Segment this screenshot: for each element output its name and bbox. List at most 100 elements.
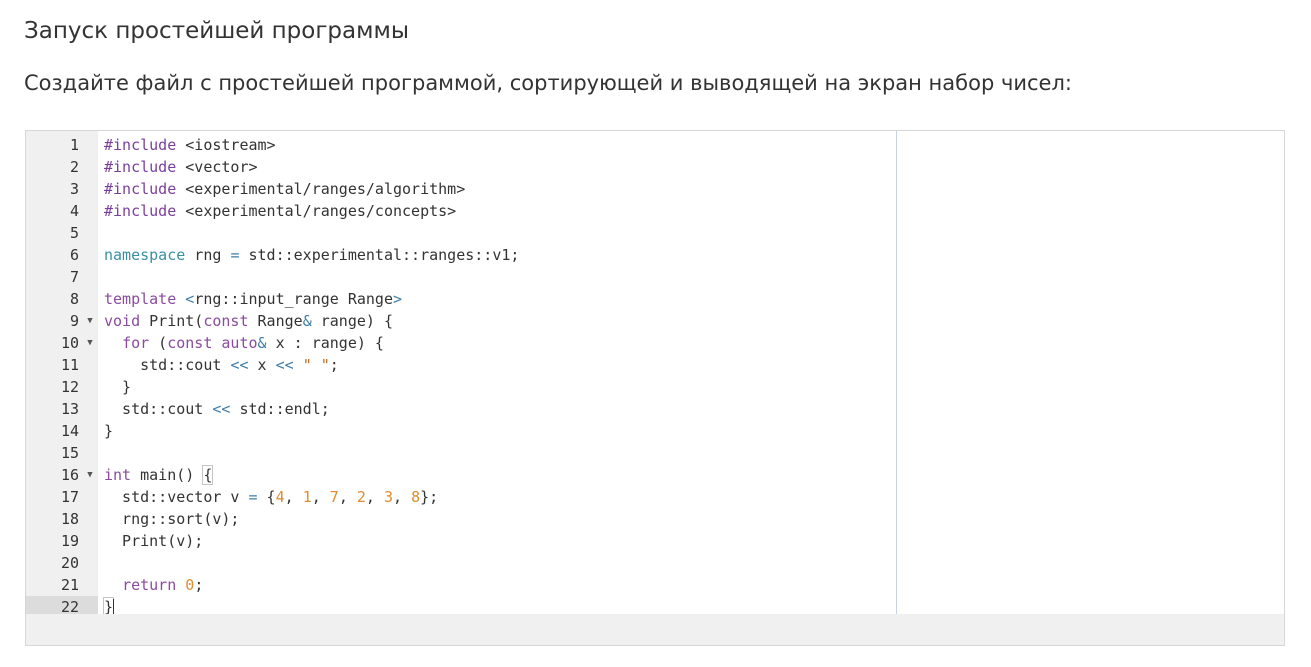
fold-toggle-icon[interactable]: ▼ — [84, 310, 96, 332]
code-text: } — [104, 376, 131, 398]
code-text: std::cout << x << " "; — [104, 354, 339, 376]
line-number: 14 — [60, 422, 79, 440]
editor-status-bar — [25, 614, 1285, 646]
line-number: 1 — [69, 136, 79, 154]
code-token: template — [104, 290, 177, 308]
code-token: main() — [131, 466, 204, 484]
fold-toggle-icon[interactable]: ▼ — [84, 464, 96, 486]
code-line[interactable]: 18 rng::sort(v); — [26, 508, 1284, 530]
code-token: #include — [104, 136, 177, 154]
line-number: 12 — [60, 378, 79, 396]
line-number: 3 — [69, 180, 79, 198]
code-line[interactable]: 5 — [26, 222, 1284, 244]
code-line[interactable]: 4 #include <experimental/ranges/concepts> — [26, 200, 1284, 222]
code-line[interactable]: 9 ▼ void Print(const Range& range) { — [26, 310, 1284, 332]
line-number: 11 — [60, 356, 79, 374]
code-token: , — [393, 488, 412, 506]
code-token: return — [122, 576, 177, 594]
code-text: #include <experimental/ranges/concepts> — [104, 200, 456, 222]
code-text: std::cout << std::endl; — [104, 398, 330, 420]
code-token: 0 — [185, 576, 195, 594]
code-token: rng::input_range Range — [194, 290, 393, 308]
code-line[interactable]: 10 ▼ for (const auto& x : range) { — [26, 332, 1284, 354]
code-line[interactable]: 20 — [26, 552, 1284, 574]
code-token: { — [257, 488, 276, 506]
code-text: for (const auto& x : range) { — [104, 332, 384, 354]
line-number: 18 — [60, 510, 79, 528]
code-line[interactable]: 3 #include <experimental/ranges/algorithm… — [26, 178, 1284, 200]
code-token: <iostream> — [176, 136, 276, 154]
code-line[interactable]: 8 template <rng::input_range Range> — [26, 288, 1284, 310]
code-token: x — [248, 356, 276, 374]
code-token: } — [104, 422, 114, 440]
code-token: 8 — [411, 488, 421, 506]
code-token: <experimental/ranges/concepts> — [176, 202, 457, 220]
code-token: } — [104, 378, 132, 396]
code-line[interactable]: 21 return 0; — [26, 574, 1284, 596]
code-token: void — [104, 312, 141, 330]
code-line[interactable]: 1 #include <iostream> — [26, 134, 1284, 156]
code-editor[interactable]: 1 #include <iostream> 2 #include <vector> 3 #… — [25, 130, 1285, 616]
code-token: namespace — [104, 246, 186, 264]
code-text: #include <experimental/ranges/algorithm> — [104, 178, 465, 200]
code-line[interactable]: 15 — [26, 442, 1284, 464]
code-line[interactable]: 16 ▼ int main() { — [26, 464, 1284, 486]
code-text: void Print(const Range& range) { — [104, 310, 393, 332]
code-token: << — [212, 400, 231, 418]
code-token: std::cout — [104, 400, 213, 418]
line-number: 7 — [69, 268, 79, 286]
code-token: #include — [104, 180, 177, 198]
fold-toggle-icon[interactable]: ▼ — [84, 332, 96, 354]
code-token: rng — [185, 246, 231, 264]
code-line[interactable]: 6 namespace rng = std::experimental::rang… — [26, 244, 1284, 266]
code-token: Print(v); — [104, 532, 204, 550]
code-line[interactable]: 17 std::vector v = {4, 1, 7, 2, 3, 8}; — [26, 486, 1284, 508]
code-token: 3 — [383, 488, 393, 506]
code-token: 7 — [329, 488, 339, 506]
code-token: for — [122, 334, 150, 352]
code-token: > — [393, 290, 403, 308]
code-token: & — [302, 312, 312, 330]
code-lines[interactable]: 1 #include <iostream> 2 #include <vector> 3 #… — [26, 134, 1284, 615]
code-token: " " — [302, 356, 330, 374]
code-token: std::cout — [104, 356, 231, 374]
code-text: template <rng::input_range Range> — [104, 288, 402, 310]
page-description: Создайте файл с простейшей программой, с… — [24, 71, 1072, 95]
code-token: }; — [420, 488, 439, 506]
code-line[interactable]: 13 std::cout << std::endl; — [26, 398, 1284, 420]
code-line[interactable]: 7 — [26, 266, 1284, 288]
code-line[interactable]: 22} — [26, 596, 1284, 615]
code-line[interactable]: 2 #include <vector> — [26, 156, 1284, 178]
code-token: , — [338, 488, 357, 506]
code-token: x : range) { — [266, 334, 384, 352]
line-number: 15 — [60, 444, 79, 462]
code-text: #include <iostream> — [104, 134, 276, 156]
code-text: namespace rng = std::experimental::range… — [104, 244, 519, 266]
code-token: 2 — [356, 488, 366, 506]
code-token: std::vector v — [104, 488, 249, 506]
code-token: #include — [104, 202, 177, 220]
page-title: Запуск простейшей программы — [24, 18, 409, 44]
code-line[interactable]: 12 } — [26, 376, 1284, 398]
code-token: Range — [248, 312, 303, 330]
code-token: const — [203, 312, 249, 330]
code-token: range) { — [311, 312, 393, 330]
code-token: { — [202, 465, 214, 485]
code-token: , — [284, 488, 303, 506]
code-text: return 0; — [104, 574, 203, 596]
code-token: < — [185, 290, 195, 308]
code-token: ; — [329, 356, 339, 374]
code-token: const — [167, 334, 213, 352]
code-line[interactable]: 14} — [26, 420, 1284, 442]
code-token: Print( — [140, 312, 204, 330]
code-line[interactable]: 11 std::cout << x << " "; — [26, 354, 1284, 376]
code-token: ( — [149, 334, 168, 352]
text-cursor — [113, 599, 114, 615]
code-line[interactable]: 19 Print(v); — [26, 530, 1284, 552]
code-token: << — [275, 356, 294, 374]
